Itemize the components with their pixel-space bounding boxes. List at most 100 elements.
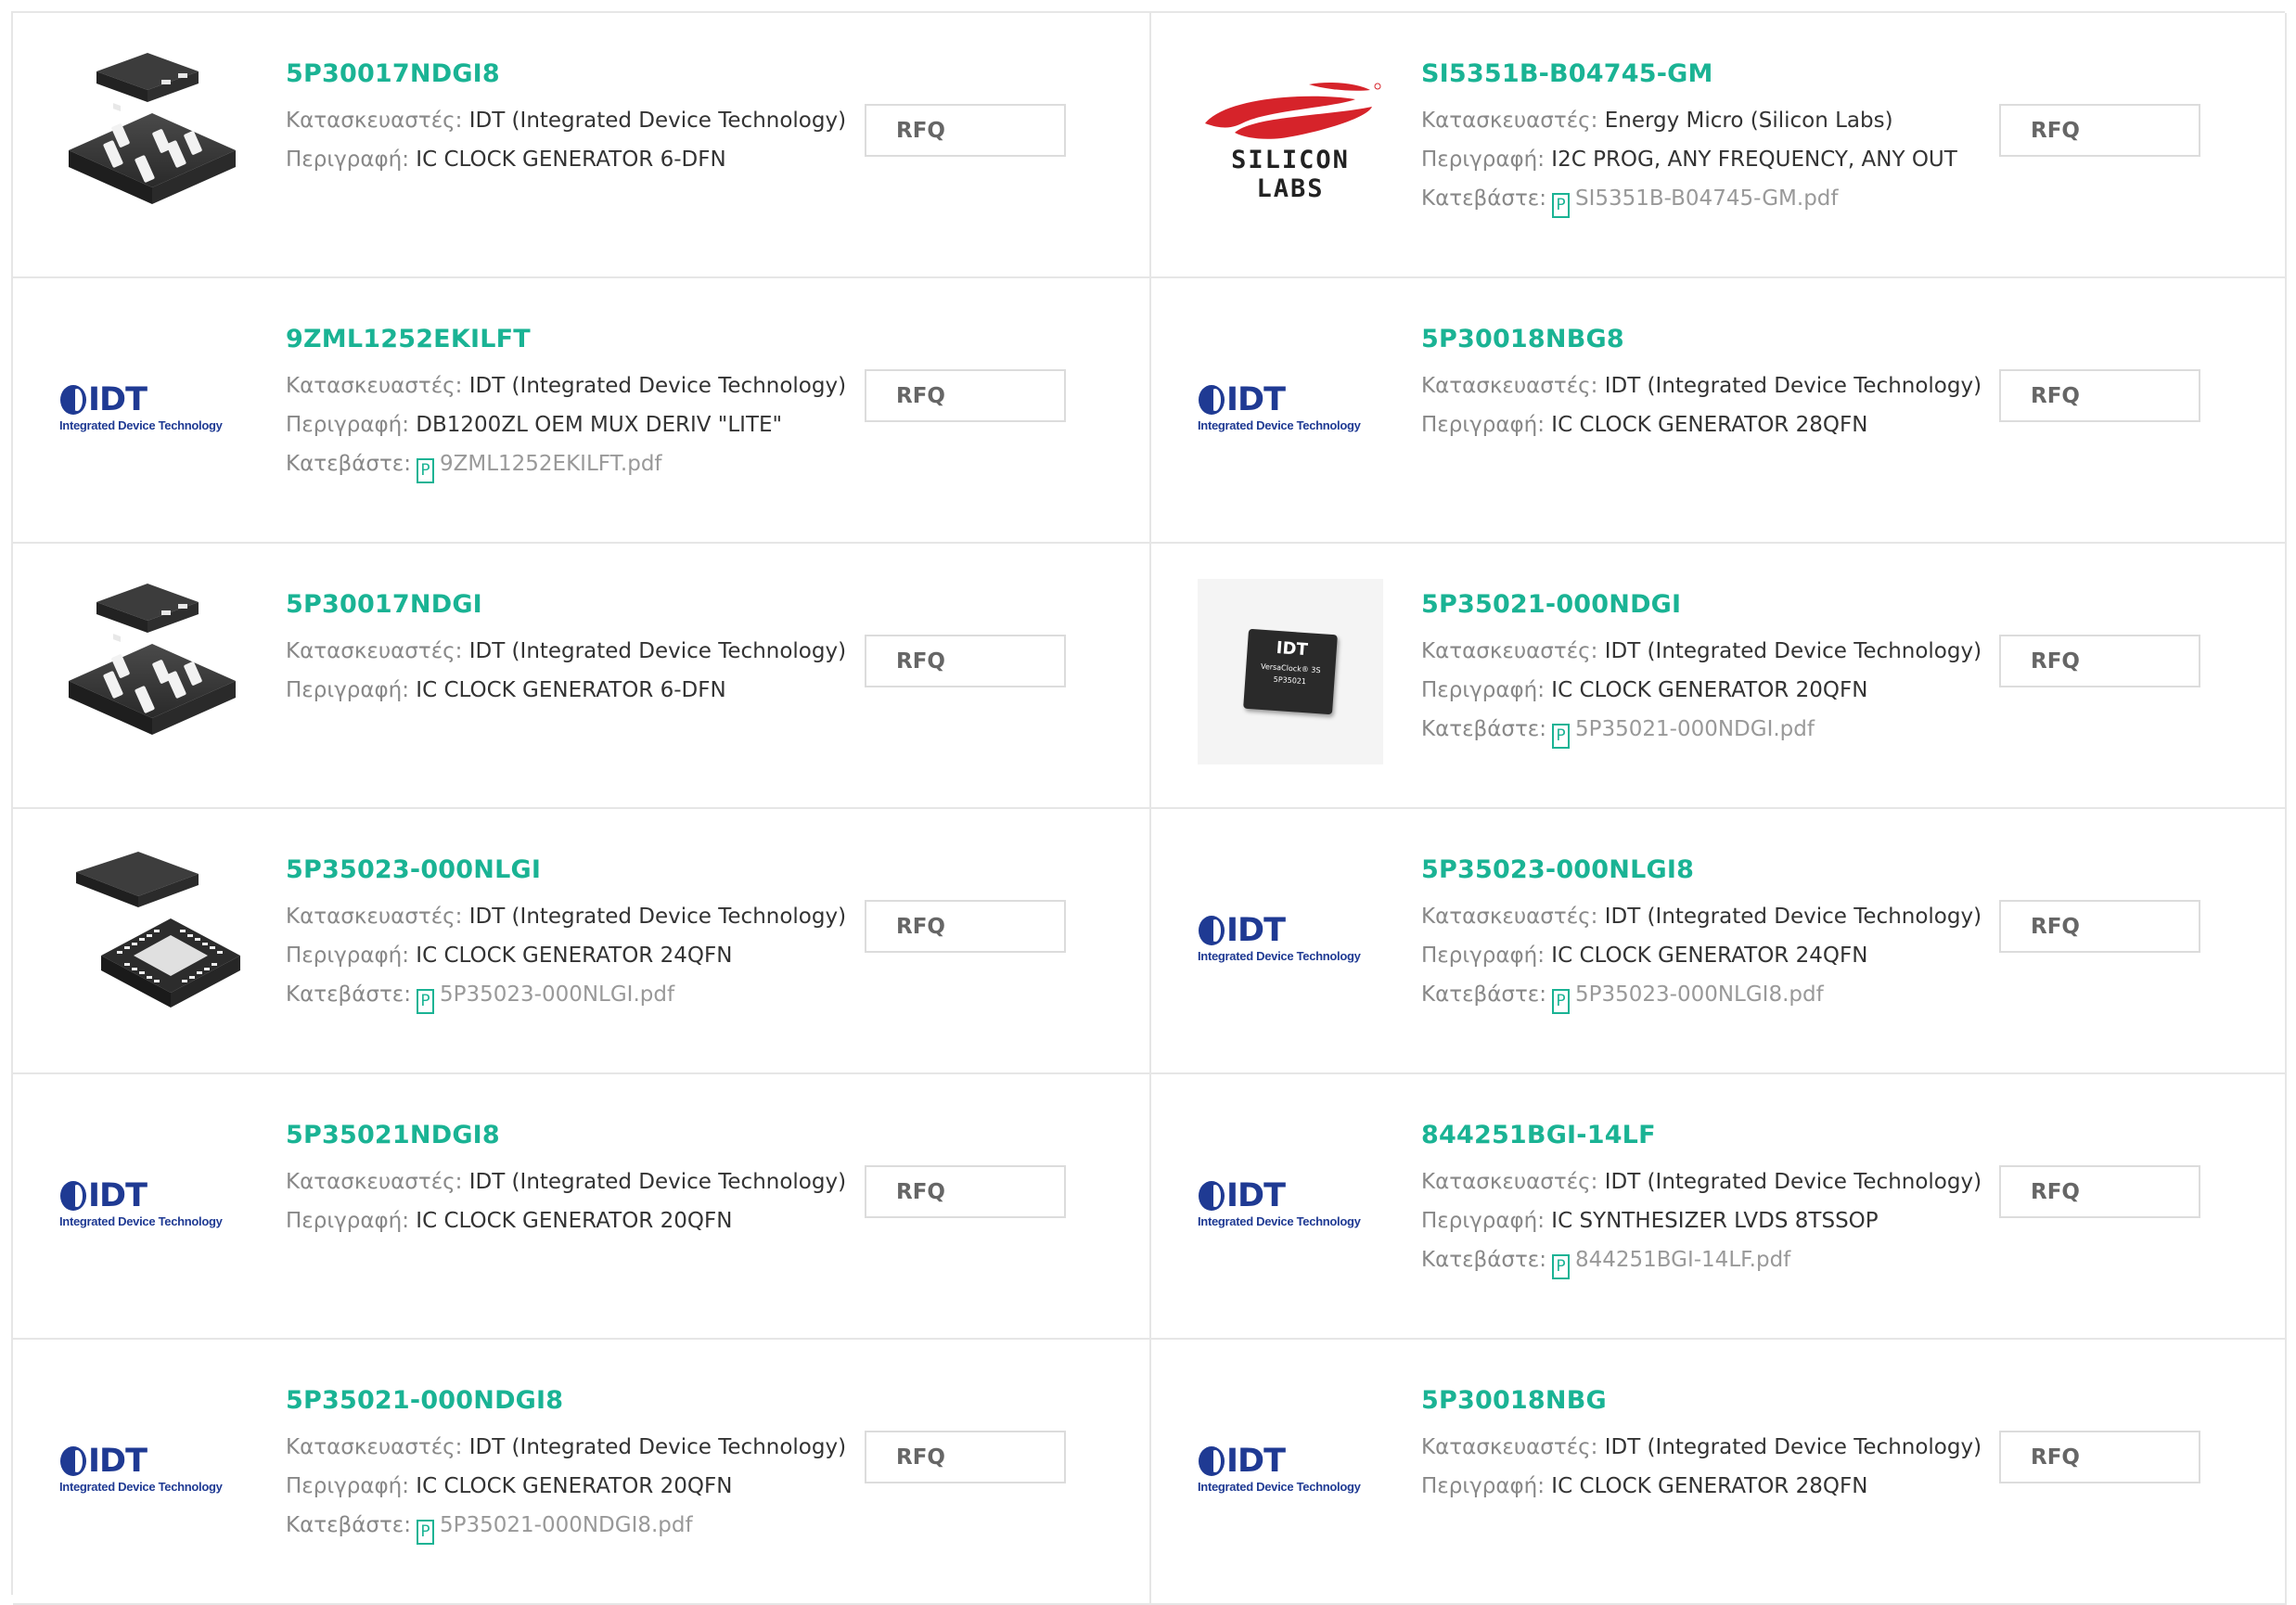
description-label: Περιγραφή: — [1421, 1474, 1545, 1498]
part-number-link[interactable]: 5P35023-000NLGI8 — [1421, 855, 1932, 884]
product-card: IDT VersaClock® 3S 5P35021 5P35021-000ND… — [1151, 544, 2287, 809]
manufacturer-value: IDT (Integrated Device Technology) — [1604, 374, 1982, 398]
idt-swoosh-icon — [1199, 384, 1225, 415]
rfq-button[interactable]: RFQ — [865, 635, 1066, 687]
description-label: Περιγραφή: — [286, 148, 409, 172]
product-image[interactable]: IDT Integrated Device Technology — [1198, 844, 1383, 1030]
description-label: Περιγραφή: — [286, 1209, 409, 1233]
product-card: IDT Integrated Device Technology 5P30018… — [1151, 1340, 2287, 1605]
manufacturer-value: IDT (Integrated Device Technology) — [468, 639, 847, 663]
qfn-package-icon — [76, 852, 240, 1008]
part-number-link[interactable]: 5P35021NDGI8 — [286, 1121, 797, 1149]
part-number-link[interactable]: 5P35023-000NLGI — [286, 855, 797, 884]
idt-logo-tagline: Integrated Device Technology — [1198, 948, 1361, 963]
datasheet-link[interactable]: 5P35021-000NDGI.pdf — [1575, 717, 1815, 741]
rfq-button[interactable]: RFQ — [865, 1431, 1066, 1483]
description-label: Περιγραφή: — [286, 944, 409, 968]
product-image[interactable]: IDT Integrated Device Technology — [1198, 1110, 1383, 1295]
description-row: Περιγραφή: IC CLOCK GENERATOR 24QFN — [286, 936, 797, 975]
description-row: Περιγραφή: IC CLOCK GENERATOR 20QFN — [286, 1201, 797, 1240]
idt-logo-tagline: Integrated Device Technology — [59, 417, 223, 432]
product-image[interactable] — [59, 48, 245, 234]
product-image[interactable]: IDT Integrated Device Technology — [59, 1375, 245, 1560]
datasheet-link[interactable]: 844251BGI-14LF.pdf — [1575, 1248, 1790, 1272]
datasheet-link[interactable]: 9ZML1252EKILFT.pdf — [440, 452, 662, 476]
datasheet-link[interactable]: 5P35023-000NLGI.pdf — [440, 982, 674, 1007]
product-image[interactable]: IDT VersaClock® 3S 5P35021 — [1198, 579, 1383, 764]
rfq-button[interactable]: RFQ — [1999, 1165, 2200, 1218]
idt-logo: IDT Integrated Device Technology — [1198, 381, 1383, 432]
rfq-button[interactable]: RFQ — [865, 369, 1066, 422]
rfq-button[interactable]: RFQ — [865, 1165, 1066, 1218]
part-number-link[interactable]: 5P35021-000NDGI — [1421, 590, 1932, 619]
description-label: Περιγραφή: — [286, 678, 409, 702]
description-row: Περιγραφή: IC SYNTHESIZER LVDS 8TSSOP — [1421, 1201, 1932, 1240]
product-card: IDT Integrated Device Technology 5P30018… — [1151, 278, 2287, 544]
download-row: Κατεβάστε: P 5P35023-000NLGI.pdf — [286, 975, 797, 1014]
product-image[interactable]: IDT Integrated Device Technology — [59, 1110, 245, 1295]
idt-swoosh-icon — [60, 1445, 86, 1476]
manufacturer-row: Κατασκευαστές: Energy Micro (Silicon Lab… — [1421, 101, 1932, 140]
pdf-icon: P — [416, 458, 434, 483]
product-image[interactable] — [59, 579, 245, 764]
description-value: IC CLOCK GENERATOR 6-DFN — [416, 148, 726, 172]
description-label: Περιγραφή: — [1421, 1209, 1545, 1233]
download-row: Κατεβάστε: P SI5351B-B04745-GM.pdf — [1421, 179, 1932, 218]
idt-logo-tagline: Integrated Device Technology — [1198, 1213, 1361, 1228]
download-row: Κατεβάστε: P 5P35023-000NLGI8.pdf — [1421, 975, 1932, 1014]
product-image[interactable]: IDT Integrated Device Technology — [1198, 1375, 1383, 1560]
rfq-button[interactable]: RFQ — [865, 900, 1066, 953]
download-label: Κατεβάστε: — [286, 982, 411, 1007]
product-card: IDT Integrated Device Technology 5P35021… — [13, 1074, 1151, 1340]
description-row: Περιγραφή: IC CLOCK GENERATOR 28QFN — [1421, 405, 1932, 444]
download-label: Κατεβάστε: — [1421, 717, 1546, 741]
idt-logo: IDT Integrated Device Technology — [59, 381, 245, 432]
pdf-icon: P — [1551, 1254, 1570, 1279]
rfq-button[interactable]: RFQ — [1999, 900, 2200, 953]
datasheet-link[interactable]: 5P35021-000NDGI8.pdf — [440, 1513, 693, 1537]
product-card: 5P35023-000NLGI Κατασκευαστές: IDT (Integ… — [13, 809, 1151, 1074]
product-image[interactable]: IDT Integrated Device Technology — [1198, 314, 1383, 499]
part-number-link[interactable]: 844251BGI-14LF — [1421, 1121, 1932, 1149]
idt-swoosh-icon — [1199, 1445, 1225, 1476]
manufacturer-value: IDT (Integrated Device Technology) — [468, 109, 847, 133]
rfq-button[interactable]: RFQ — [865, 104, 1066, 157]
manufacturer-row: Κατασκευαστές: IDT (Integrated Device Te… — [1421, 366, 1982, 405]
idt-swoosh-icon — [1199, 1180, 1225, 1211]
product-info: 844251BGI-14LF Κατασκευαστές: IDT (Integr… — [1421, 1121, 1982, 1279]
part-number-link[interactable]: 5P30017NDGI — [286, 590, 797, 619]
description-label: Περιγραφή: — [286, 413, 409, 437]
manufacturer-row: Κατασκευαστές: IDT (Integrated Device Te… — [286, 1162, 846, 1201]
idt-logo-text: IDT — [1226, 1442, 1286, 1480]
rfq-button[interactable]: RFQ — [1999, 635, 2200, 687]
part-number-link[interactable]: 9ZML1252EKILFT — [286, 325, 797, 353]
datasheet-link[interactable]: SI5351B-B04745-GM.pdf — [1575, 186, 1839, 211]
part-number-link[interactable]: SI5351B-B04745-GM — [1421, 59, 1932, 88]
part-number-link[interactable]: 5P30018NBG8 — [1421, 325, 1932, 353]
manufacturer-label: Κατασκευαστές: — [286, 1435, 463, 1459]
product-image[interactable]: IDT Integrated Device Technology — [59, 314, 245, 499]
rfq-button[interactable]: RFQ — [1999, 1431, 2200, 1483]
manufacturer-row: Κατασκευαστές: IDT (Integrated Device Te… — [286, 1428, 846, 1467]
manufacturer-value: IDT (Integrated Device Technology) — [468, 1170, 847, 1194]
idt-logo-text: IDT — [88, 1176, 148, 1214]
rfq-button[interactable]: RFQ — [1999, 369, 2200, 422]
idt-logo-tagline: Integrated Device Technology — [59, 1213, 223, 1228]
part-number-link[interactable]: 5P30017NDGI8 — [286, 59, 797, 88]
pdf-icon: P — [1551, 724, 1570, 749]
rfq-button[interactable]: RFQ — [1999, 104, 2200, 157]
product-info: 9ZML1252EKILFT Κατασκευαστές: IDT (Integr… — [286, 325, 846, 483]
download-label: Κατεβάστε: — [1421, 186, 1546, 211]
manufacturer-value: IDT (Integrated Device Technology) — [1604, 639, 1982, 663]
idt-logo-text: IDT — [1226, 1176, 1286, 1214]
product-image[interactable]: SILICON LABS — [1198, 48, 1383, 234]
description-label: Περιγραφή: — [1421, 148, 1545, 172]
part-number-link[interactable]: 5P30018NBG — [1421, 1386, 1932, 1415]
part-number-link[interactable]: 5P35021-000NDGI8 — [286, 1386, 797, 1415]
manufacturer-value: IDT (Integrated Device Technology) — [468, 1435, 847, 1459]
datasheet-link[interactable]: 5P35023-000NLGI8.pdf — [1575, 982, 1824, 1007]
manufacturer-row: Κατασκευαστές: IDT (Integrated Device Te… — [1421, 632, 1982, 671]
description-value: IC CLOCK GENERATOR 20QFN — [416, 1474, 733, 1498]
description-value: IC CLOCK GENERATOR 24QFN — [416, 944, 733, 968]
product-image[interactable] — [59, 844, 245, 1030]
